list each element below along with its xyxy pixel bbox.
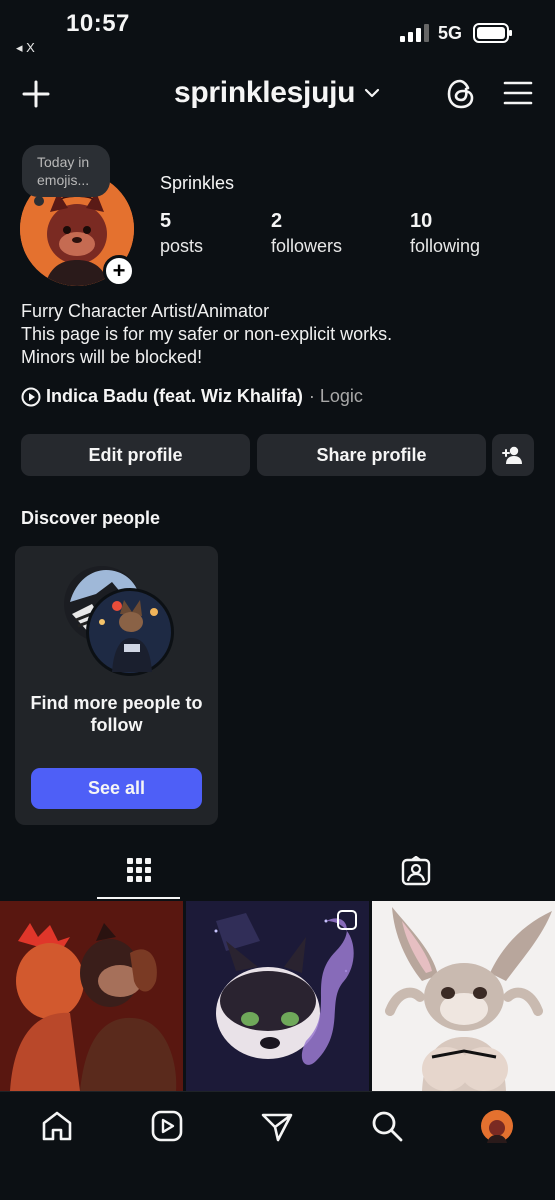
- profile-music[interactable]: Indica Badu (feat. Wiz Khalifa) · Logic: [21, 386, 363, 407]
- followers-label: followers: [271, 236, 343, 256]
- music-title: Indica Badu (feat. Wiz Khalifa): [46, 386, 303, 406]
- posts-label: posts: [160, 236, 204, 256]
- back-to-app-link[interactable]: ◂ X: [16, 40, 35, 56]
- discover-people-heading: Discover people: [21, 508, 161, 528]
- note-bubble-tail: [34, 196, 44, 206]
- active-tab-indicator: [97, 897, 180, 899]
- following-stat[interactable]: 10 following: [410, 210, 480, 257]
- share-profile-button[interactable]: Share profile: [257, 434, 486, 476]
- menu-icon[interactable]: [503, 80, 533, 106]
- status-time: 10:57: [66, 10, 130, 37]
- threads-icon[interactable]: [444, 76, 478, 112]
- display-name: Sprinkles: [160, 173, 235, 193]
- post-artwork: [0, 901, 183, 1091]
- username-title[interactable]: sprinklesjuju: [174, 76, 355, 110]
- bottom-navigation: [0, 1091, 555, 1200]
- find-more-people-text: Find more people to follow: [30, 693, 203, 735]
- create-plus-icon[interactable]: [20, 78, 52, 110]
- direct-message-icon[interactable]: [260, 1109, 294, 1143]
- reels-icon[interactable]: [150, 1109, 184, 1143]
- post-thumbnail[interactable]: [372, 901, 555, 1091]
- suggested-avatars-stack: [64, 566, 174, 676]
- edit-profile-button[interactable]: Edit profile: [21, 434, 250, 476]
- following-count: 10: [410, 210, 433, 232]
- music-artist: · Logic: [308, 386, 363, 406]
- followers-count: 2: [271, 210, 283, 232]
- bio-line: This page is for my safer or non-explici…: [21, 324, 393, 344]
- following-label: following: [410, 236, 481, 256]
- post-thumbnail[interactable]: [186, 901, 369, 1091]
- bio-line: Minors will be blocked!: [21, 347, 203, 367]
- play-circle-icon: [21, 387, 41, 406]
- post-thumbnail[interactable]: [0, 901, 183, 1091]
- add-story-button[interactable]: +: [103, 255, 135, 287]
- chevron-down-icon[interactable]: [364, 86, 380, 100]
- post-artwork: [372, 901, 555, 1091]
- cellular-signal-icon: [400, 24, 429, 42]
- add-person-icon: [502, 446, 522, 464]
- followers-stat[interactable]: 2 followers: [271, 210, 342, 257]
- bio-line: Furry Character Artist/Animator: [21, 301, 270, 321]
- grid-icon[interactable]: [126, 856, 152, 884]
- profile-avatar-nav[interactable]: [480, 1109, 514, 1143]
- tagged-icon[interactable]: [401, 856, 431, 886]
- posts-stat[interactable]: 5 posts: [160, 210, 203, 257]
- battery-icon: [473, 23, 512, 43]
- search-icon[interactable]: [370, 1109, 404, 1143]
- home-icon[interactable]: [40, 1109, 74, 1143]
- see-all-button[interactable]: See all: [31, 768, 202, 809]
- discover-people-button[interactable]: [492, 434, 534, 476]
- post-artwork: [186, 901, 369, 1091]
- network-type: 5G: [438, 23, 463, 43]
- posts-count: 5: [160, 210, 172, 232]
- bio: Furry Character Artist/Animator This pag…: [21, 300, 392, 369]
- note-bubble[interactable]: Today in emojis...: [22, 145, 110, 197]
